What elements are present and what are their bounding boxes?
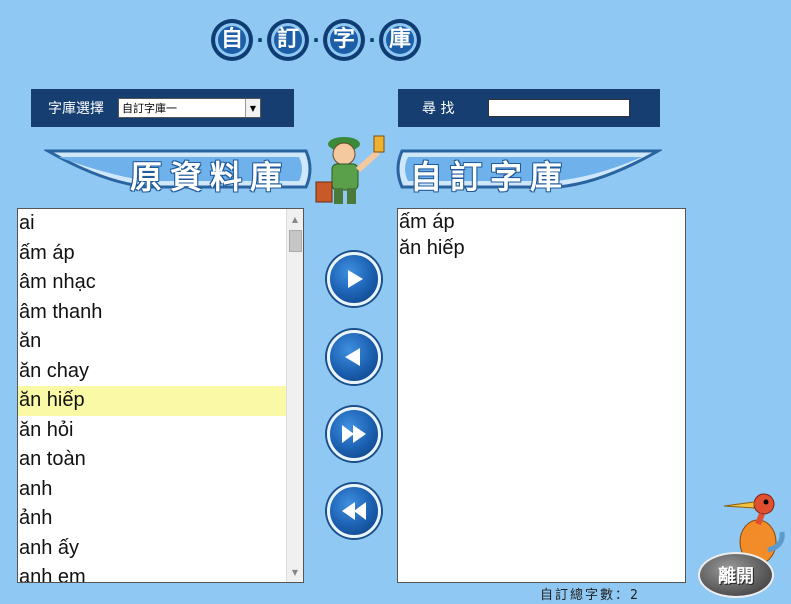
title-separator: · <box>312 28 320 52</box>
library-dropdown[interactable]: 自訂字庫一 ▼ <box>118 98 261 118</box>
source-list-item[interactable]: ăn chay <box>18 357 286 387</box>
source-list-item[interactable]: ăn <box>18 327 286 357</box>
source-list-item[interactable]: ăn hiếp <box>18 386 286 416</box>
play-right-icon <box>348 270 363 288</box>
play-left-icon <box>345 348 360 366</box>
search-input[interactable] <box>488 99 631 117</box>
source-list-item[interactable]: ai <box>18 209 286 239</box>
custom-list-items: ấm áp ăn hiếp <box>398 209 685 261</box>
source-word-list[interactable]: ai ấm áp âm nhạc âm thanh ăn ăn chay ăn hiếp ăn… <box>17 208 304 583</box>
custom-word-list[interactable]: ấm áp ăn hiếp <box>397 208 686 583</box>
title-char: 訂 <box>276 27 299 52</box>
scroll-up-icon[interactable]: ▲ <box>287 211 303 227</box>
search-bar: 尋 找 <box>398 89 660 127</box>
exit-button[interactable]: 離開 <box>698 552 774 598</box>
fast-forward-icon <box>342 425 366 443</box>
source-list-item[interactable]: ấm áp <box>18 239 286 269</box>
rewind-icon <box>342 502 366 520</box>
scroll-thumb[interactable] <box>289 230 302 252</box>
title-char: 字 <box>332 27 355 52</box>
library-dropdown-value: 自訂字庫一 <box>122 102 177 115</box>
library-select-bar: 字庫選擇 自訂字庫一 ▼ <box>31 89 294 127</box>
scroll-down-icon[interactable]: ▼ <box>287 564 303 580</box>
exit-button-label: 離開 <box>718 566 754 587</box>
title-badge: 訂 <box>268 20 308 60</box>
source-list-item[interactable]: anh em <box>18 563 286 582</box>
app-title: 自 · 訂 · 字 · 庫 <box>212 18 420 62</box>
source-list-item[interactable]: ảnh <box>18 504 286 534</box>
source-list-item[interactable]: âm nhạc <box>18 268 286 298</box>
library-select-label: 字庫選擇 <box>48 101 104 117</box>
add-button[interactable] <box>327 252 381 306</box>
custom-list-item[interactable]: ấm áp <box>398 209 685 235</box>
source-list-item[interactable]: ăn hỏi <box>18 416 286 446</box>
title-badge: 字 <box>324 20 364 60</box>
custom-word-count: 自訂總字數：2 <box>540 588 640 603</box>
title-char: 自 <box>220 27 243 52</box>
remove-all-button[interactable] <box>327 484 381 538</box>
title-badge: 自 <box>212 20 252 60</box>
painter-mascot-icon <box>315 135 385 204</box>
source-banner-title: 原資料庫 <box>130 158 291 196</box>
source-list-scrollbar[interactable]: ▲ ▼ <box>286 209 303 582</box>
remove-button[interactable] <box>327 330 381 384</box>
custom-banner-title: 自訂字庫 <box>410 158 571 196</box>
add-all-button[interactable] <box>327 407 381 461</box>
custom-list-item[interactable]: ăn hiếp <box>398 235 685 261</box>
source-list-item[interactable]: anh ấy <box>18 534 286 564</box>
source-list-item[interactable]: an toàn <box>18 445 286 475</box>
source-list-item[interactable]: âm thanh <box>18 298 286 328</box>
title-badge: 庫 <box>380 20 420 60</box>
source-list-items: ai ấm áp âm nhạc âm thanh ăn ăn chay ăn hiếp ăn… <box>18 209 286 582</box>
search-label: 尋 找 <box>422 101 455 117</box>
title-char: 庫 <box>388 27 411 52</box>
title-separator: · <box>368 28 376 52</box>
chevron-down-icon[interactable]: ▼ <box>245 99 260 117</box>
title-separator: · <box>256 28 264 52</box>
source-list-item[interactable]: anh <box>18 475 286 505</box>
